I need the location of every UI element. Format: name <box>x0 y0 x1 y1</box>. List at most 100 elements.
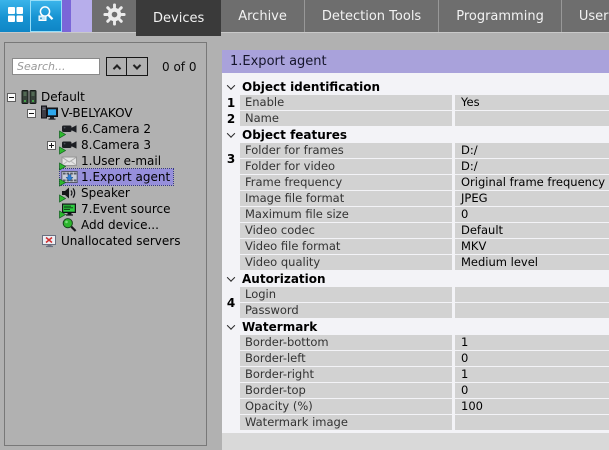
property-name: Video quality <box>240 255 452 270</box>
expand-plus-icon[interactable] <box>47 141 56 150</box>
property-value[interactable] <box>455 415 609 430</box>
property-name: Border-bottom <box>240 335 452 350</box>
search-input[interactable] <box>12 58 100 75</box>
property-row-maximum-file-size: Maximum file size0 <box>240 207 609 222</box>
tree-item-add-device[interactable]: Add device... <box>5 217 206 233</box>
tree-item-7-event-source[interactable]: 7.Event source <box>5 201 206 217</box>
property-value[interactable]: Original frame frequency <box>455 175 609 190</box>
tree-item-label: 8.Camera 3 <box>81 138 151 152</box>
computer-icon <box>41 105 58 121</box>
camera-search-icon <box>36 4 56 28</box>
property-value[interactable]: 100 <box>455 399 609 414</box>
group-number: 2 <box>222 111 240 127</box>
property-row-border-left: Border-left0 <box>240 351 609 366</box>
section-collapse-chevron-icon[interactable] <box>227 129 235 137</box>
property-name: Folder for video <box>240 159 452 174</box>
section-collapse-chevron-icon[interactable] <box>227 273 235 281</box>
settings-gear-button[interactable] <box>92 0 136 32</box>
property-name: Border-right <box>240 367 452 382</box>
tab-programming[interactable]: Programming <box>439 0 561 32</box>
group-number <box>222 175 240 271</box>
property-row-password: Password <box>240 303 609 318</box>
settings-gear-icon <box>102 2 127 31</box>
tree-item-1-user-e-mail[interactable]: 1.User e-mail <box>5 153 206 169</box>
selected-object-title: 1.Export agent <box>222 50 609 73</box>
camera-icon <box>61 121 78 137</box>
property-name: Opacity (%) <box>240 399 452 414</box>
property-value[interactable]: JPEG <box>455 191 609 206</box>
search-next-button[interactable] <box>127 57 148 76</box>
tab-archive[interactable]: Archive <box>221 0 304 32</box>
section-title: Watermark <box>242 320 317 334</box>
main-menu-tabs: DevicesArchiveDetection ToolsProgramming… <box>136 0 609 32</box>
property-value[interactable]: 0 <box>455 351 609 366</box>
event-source-icon <box>61 201 78 217</box>
tab-devices[interactable]: Devices <box>136 0 221 36</box>
property-value[interactable]: 1 <box>455 367 609 382</box>
accent-stripe-dark <box>62 0 71 32</box>
device-tree-panel: 0 of 0 DefaultV-BELYAKOV6.Camera 28.Came… <box>4 42 207 446</box>
app-grid-icon <box>7 6 24 27</box>
property-row-login: Login <box>240 287 609 302</box>
tree-item-unallocated-servers[interactable]: Unallocated servers <box>5 233 206 249</box>
property-value[interactable]: 0 <box>455 383 609 398</box>
collapse-minus-icon[interactable] <box>7 93 16 102</box>
property-value[interactable]: Medium level <box>455 255 609 270</box>
property-value[interactable] <box>455 111 609 126</box>
collapse-minus-icon[interactable] <box>27 109 36 118</box>
unallocated-servers-icon <box>41 233 58 249</box>
property-row-video-codec: Video codecDefault <box>240 223 609 238</box>
tab-detection-tools[interactable]: Detection Tools <box>305 0 438 32</box>
property-name: Login <box>240 287 452 302</box>
property-name: Watermark image <box>240 415 452 430</box>
property-value[interactable] <box>455 287 609 302</box>
section-title: Object identification <box>242 80 380 94</box>
tree-item-label: V-BELYAKOV <box>61 106 133 120</box>
property-name: Maximum file size <box>240 207 452 222</box>
tree-item-v-belyakov[interactable]: V-BELYAKOV <box>5 105 206 121</box>
email-icon <box>61 153 78 169</box>
chevron-down-icon <box>133 61 141 69</box>
property-value[interactable]: D:/ <box>455 143 609 158</box>
property-row-border-bottom: Border-bottom1 <box>240 335 609 350</box>
tree-item-label: Speaker <box>81 186 130 200</box>
property-name: Border-left <box>240 351 452 366</box>
tab-users[interactable]: Users <box>562 0 609 32</box>
property-row-watermark-image: Watermark image <box>240 415 609 430</box>
property-row-border-top: Border-top0 <box>240 383 609 398</box>
property-value[interactable]: MKV <box>455 239 609 254</box>
property-name: Border-top <box>240 383 452 398</box>
group-number: 4 <box>222 287 240 319</box>
property-row-video-file-format: Video file formatMKV <box>240 239 609 254</box>
property-group: 3Folder for framesD:/Folder for videoD:/ <box>222 143 609 175</box>
property-value[interactable]: Default <box>455 223 609 238</box>
properties-table: Object identification1EnableYes2NameObje… <box>222 73 609 433</box>
camera-search-button[interactable] <box>30 0 62 32</box>
device-tree: DefaultV-BELYAKOV6.Camera 28.Camera 31.U… <box>5 89 206 249</box>
export-agent-icon <box>61 169 78 185</box>
property-row-folder-for-frames: Folder for framesD:/ <box>240 143 609 158</box>
property-group: Frame frequencyOriginal frame frequencyI… <box>222 175 609 271</box>
property-value[interactable]: D:/ <box>455 159 609 174</box>
property-group: 4LoginPassword <box>222 287 609 319</box>
property-row-frame-frequency: Frame frequencyOriginal frame frequency <box>240 175 609 190</box>
tree-item-speaker[interactable]: Speaker <box>5 185 206 201</box>
tree-search-row: 0 of 0 <box>12 57 200 76</box>
tree-item-1-export-agent[interactable]: 1.Export agent <box>5 169 206 185</box>
property-row-opacity: Opacity (%)100 <box>240 399 609 414</box>
tree-item-default[interactable]: Default <box>5 89 206 105</box>
property-value[interactable]: 0 <box>455 207 609 222</box>
section-collapse-chevron-icon[interactable] <box>227 321 235 329</box>
property-value[interactable] <box>455 303 609 318</box>
tree-item-8-camera-3[interactable]: 8.Camera 3 <box>5 137 206 153</box>
tree-item-6-camera-2[interactable]: 6.Camera 2 <box>5 121 206 137</box>
tree-item-label: 7.Event source <box>81 202 171 216</box>
app-grid-button[interactable] <box>0 0 30 32</box>
section-collapse-chevron-icon[interactable] <box>227 81 235 89</box>
property-value[interactable]: 1 <box>455 335 609 350</box>
search-prev-button[interactable] <box>106 57 127 76</box>
property-name: Folder for frames <box>240 143 452 158</box>
property-name: Enable <box>240 95 452 110</box>
property-name: Video codec <box>240 223 452 238</box>
property-value[interactable]: Yes <box>455 95 609 110</box>
